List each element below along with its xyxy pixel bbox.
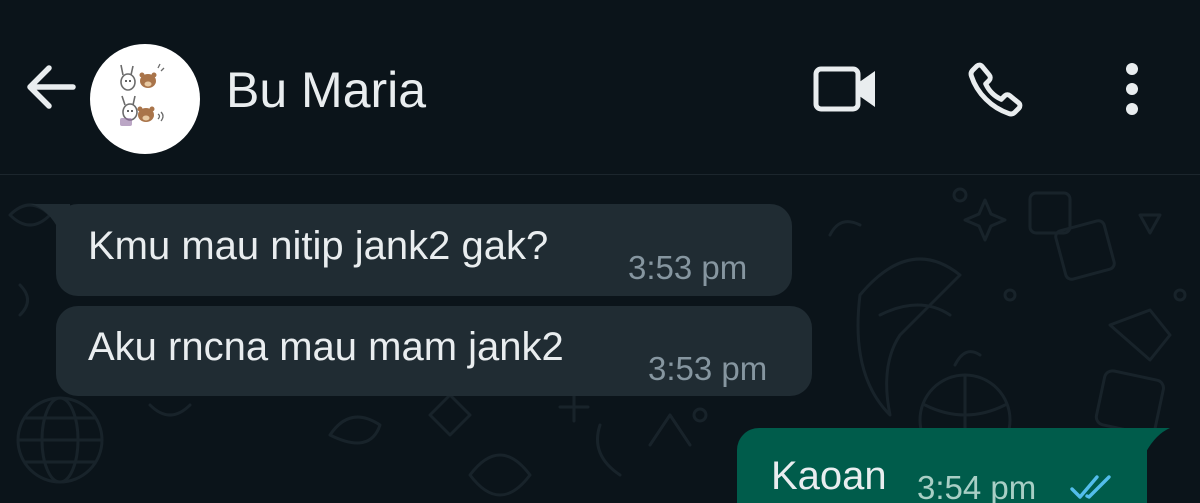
chat-screen: Bu Maria Kmu mau nitip jank2 gak? 3:53 p… [0, 0, 1200, 503]
message-text: Kaoan [771, 454, 887, 498]
avatar[interactable] [90, 44, 200, 154]
message-bubble-incoming[interactable]: Aku rncna mau mam jank2 3:53 pm [56, 306, 812, 396]
video-camera-icon [811, 61, 881, 122]
message-bubble-incoming[interactable]: Kmu mau nitip jank2 gak? 3:53 pm [56, 204, 792, 296]
chat-header: Bu Maria [0, 0, 1200, 175]
back-button[interactable] [20, 58, 82, 120]
video-call-button[interactable] [810, 55, 882, 127]
voice-call-button[interactable] [960, 55, 1032, 127]
arrow-left-icon [23, 59, 79, 120]
message-text: Kmu mau nitip jank2 gak? [88, 224, 549, 268]
more-vertical-icon [1120, 59, 1144, 124]
phone-icon [965, 58, 1027, 125]
contact-name[interactable]: Bu Maria [226, 60, 426, 120]
menu-button[interactable] [1096, 55, 1168, 127]
message-text: Aku rncna mau mam jank2 [88, 325, 564, 369]
message-list[interactable]: Kmu mau nitip jank2 gak? 3:53 pm Aku rnc… [0, 175, 1200, 503]
double-check-read-icon [1069, 472, 1117, 503]
message-timestamp: 3:53 pm [628, 249, 748, 286]
message-timestamp: 3:54 pm [917, 469, 1037, 503]
bubble-tail [30, 204, 70, 232]
bubble-tail [1146, 428, 1170, 452]
cartoon-sticker-avatar-icon [120, 63, 165, 126]
message-timestamp: 3:53 pm [648, 350, 768, 387]
message-bubble-outgoing[interactable]: Kaoan 3:54 pm [737, 428, 1147, 503]
